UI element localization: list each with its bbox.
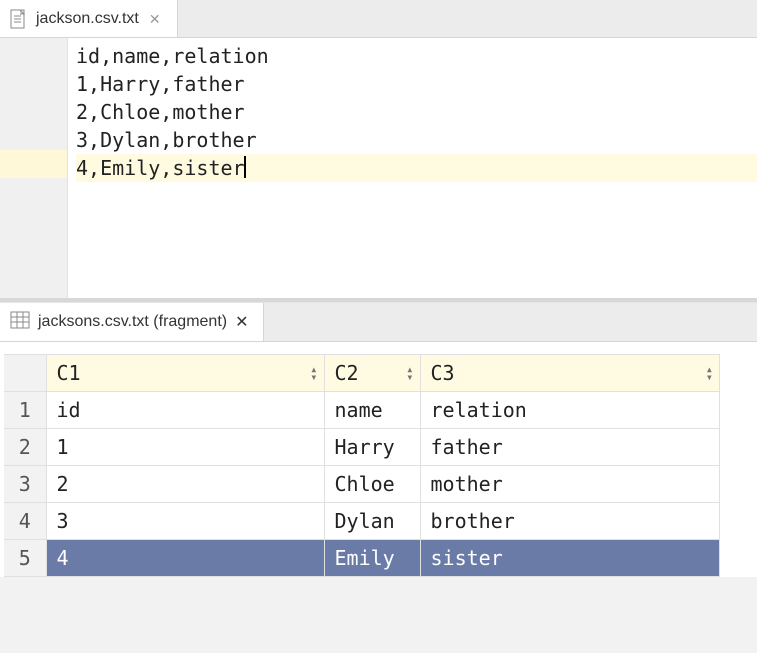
- gutter-line: [0, 38, 67, 66]
- tableview-tab[interactable]: jacksons.csv.txt (fragment) ✕: [0, 303, 264, 341]
- code-line[interactable]: 1,Harry,father: [76, 70, 757, 98]
- table-cell[interactable]: mother: [420, 466, 720, 503]
- table-cell[interactable]: brother: [420, 503, 720, 540]
- table-cell[interactable]: 2: [46, 466, 324, 503]
- data-table[interactable]: C1 ▴▾ C2 ▴▾ C3 ▴▾ 1idnamerelation21Harry…: [4, 354, 720, 577]
- column-header[interactable]: C3 ▴▾: [420, 355, 720, 392]
- table-row[interactable]: 1idnamerelation: [4, 392, 720, 429]
- sort-icon[interactable]: ▴▾: [706, 365, 713, 381]
- editor-tab[interactable]: jackson.csv.txt ✕: [0, 0, 178, 37]
- table-cell[interactable]: 1: [46, 429, 324, 466]
- table-cell[interactable]: 4: [46, 540, 324, 577]
- table-cell[interactable]: father: [420, 429, 720, 466]
- column-header[interactable]: C2 ▴▾: [324, 355, 420, 392]
- table-cell[interactable]: id: [46, 392, 324, 429]
- table-cell[interactable]: Dylan: [324, 503, 420, 540]
- close-icon[interactable]: ✕: [147, 10, 163, 28]
- editor-tab-label: jackson.csv.txt: [36, 10, 139, 28]
- column-header-label: C2: [335, 361, 359, 385]
- table-cell[interactable]: Chloe: [324, 466, 420, 503]
- editor-body[interactable]: id,name,relation1,Harry,father2,Chloe,mo…: [0, 38, 757, 298]
- tableview-tab-label: jacksons.csv.txt (fragment): [38, 313, 227, 331]
- gutter-line: [0, 94, 67, 122]
- editor-gutter: [0, 38, 68, 298]
- table-cell[interactable]: 3: [46, 503, 324, 540]
- row-number[interactable]: 1: [4, 392, 46, 429]
- sort-icon[interactable]: ▴▾: [406, 365, 413, 381]
- code-line[interactable]: 4,Emily,sister: [76, 154, 757, 182]
- table-cell[interactable]: Emily: [324, 540, 420, 577]
- code-line[interactable]: 3,Dylan,brother: [76, 126, 757, 154]
- sort-icon[interactable]: ▴▾: [310, 365, 317, 381]
- table-cell[interactable]: name: [324, 392, 420, 429]
- editor-tabbar: jackson.csv.txt ✕: [0, 0, 757, 38]
- row-number[interactable]: 4: [4, 503, 46, 540]
- text-caret: [244, 156, 246, 178]
- table-view-pane: jacksons.csv.txt (fragment) ✕ C1 ▴▾ C2 ▴…: [0, 302, 757, 577]
- column-header[interactable]: C1 ▴▾: [46, 355, 324, 392]
- column-header-label: C3: [431, 361, 455, 385]
- row-number[interactable]: 2: [4, 429, 46, 466]
- table-row[interactable]: 21Harryfather: [4, 429, 720, 466]
- text-editor-pane: jackson.csv.txt ✕ id,name,relation1,Harr…: [0, 0, 757, 302]
- editor-code-area[interactable]: id,name,relation1,Harry,father2,Chloe,mo…: [68, 38, 757, 298]
- row-number[interactable]: 3: [4, 466, 46, 503]
- table-row[interactable]: 54Emilysister: [4, 540, 720, 577]
- text-file-icon: [10, 9, 28, 29]
- table-corner: [4, 355, 46, 392]
- row-number[interactable]: 5: [4, 540, 46, 577]
- table-cell[interactable]: sister: [420, 540, 720, 577]
- column-header-label: C1: [57, 361, 81, 385]
- table-cell[interactable]: Harry: [324, 429, 420, 466]
- gutter-line: [0, 66, 67, 94]
- close-icon[interactable]: ✕: [235, 312, 248, 332]
- code-line[interactable]: id,name,relation: [76, 42, 757, 70]
- tableview-tabbar: jacksons.csv.txt (fragment) ✕: [0, 302, 757, 342]
- gutter-line: [0, 122, 67, 150]
- table-row[interactable]: 43Dylanbrother: [4, 503, 720, 540]
- table-cell[interactable]: relation: [420, 392, 720, 429]
- table-row[interactable]: 32Chloemother: [4, 466, 720, 503]
- table-file-icon: [10, 311, 30, 334]
- gutter-line: [0, 150, 67, 178]
- code-line[interactable]: 2,Chloe,mother: [76, 98, 757, 126]
